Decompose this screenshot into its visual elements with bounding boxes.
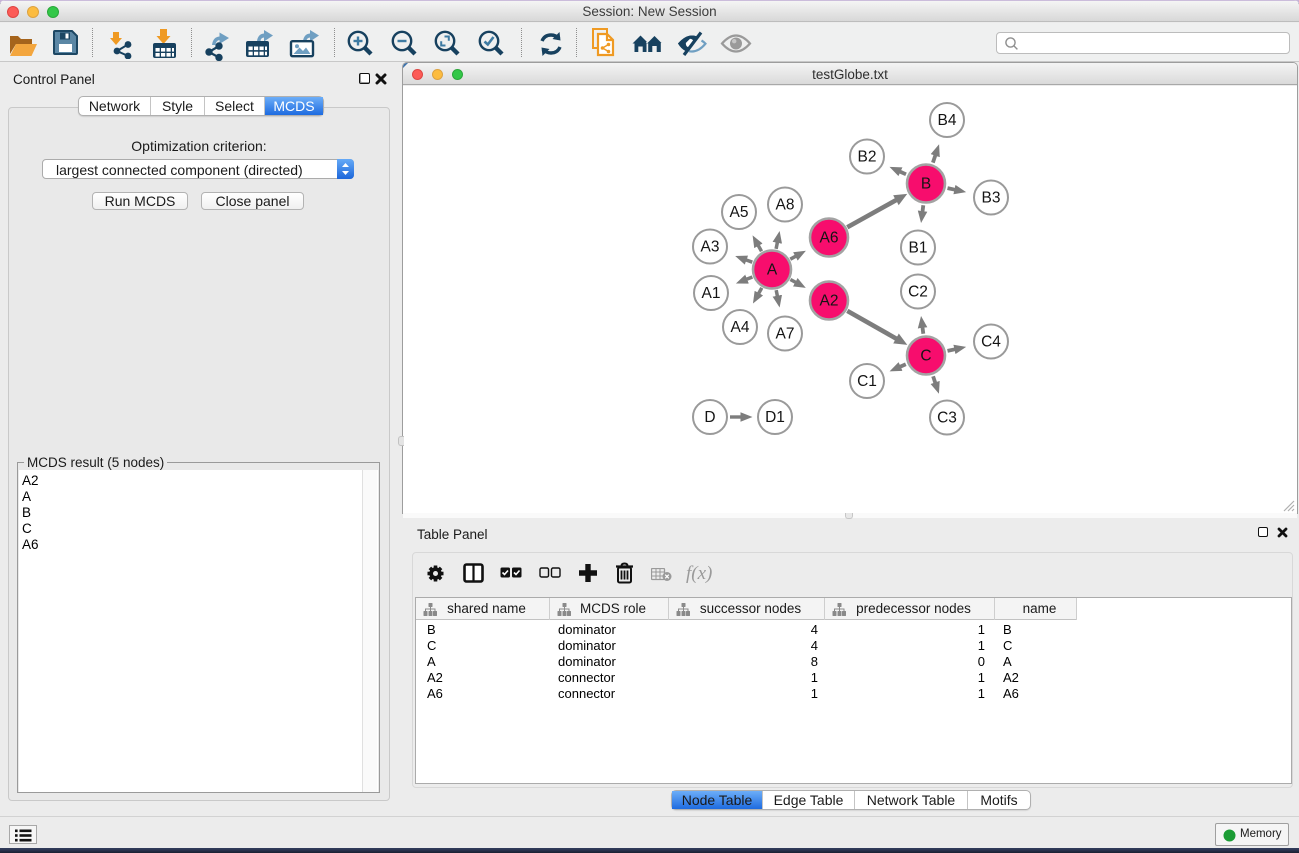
svg-text:C: C: [920, 348, 931, 365]
svg-text:B: B: [921, 176, 931, 193]
svg-text:D1: D1: [765, 409, 785, 426]
svg-text:A1: A1: [702, 285, 721, 302]
svg-text:B3: B3: [982, 190, 1001, 207]
svg-text:A2: A2: [820, 293, 839, 310]
svg-text:B2: B2: [858, 149, 877, 166]
svg-text:D: D: [704, 409, 715, 426]
svg-text:A7: A7: [776, 326, 795, 343]
svg-text:C1: C1: [857, 373, 877, 390]
svg-text:B4: B4: [938, 112, 957, 129]
svg-text:A4: A4: [731, 319, 750, 336]
svg-text:A3: A3: [701, 239, 720, 256]
svg-text:C2: C2: [908, 284, 928, 301]
svg-text:A5: A5: [730, 204, 749, 221]
svg-text:C4: C4: [981, 334, 1001, 351]
svg-text:A: A: [767, 262, 778, 279]
svg-text:A6: A6: [820, 230, 839, 247]
svg-text:C3: C3: [937, 410, 957, 427]
svg-text:A8: A8: [776, 197, 795, 214]
svg-text:B1: B1: [909, 240, 928, 257]
